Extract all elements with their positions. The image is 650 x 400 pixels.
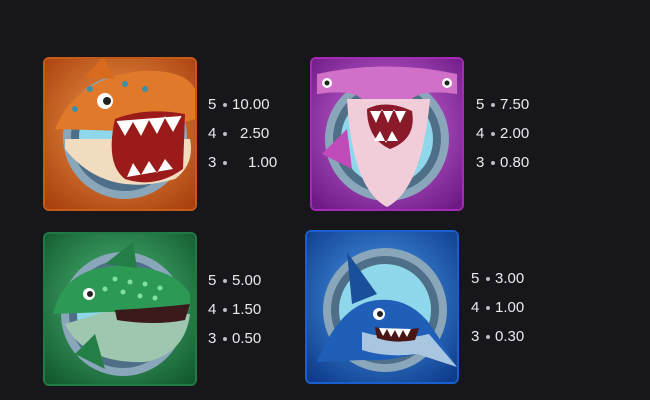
separator-dot — [223, 102, 227, 107]
orange-shark-icon — [45, 59, 195, 209]
blue-swordfish-icon — [307, 232, 457, 382]
symbol-count: 4 — [471, 299, 480, 316]
payout-row: 3 0.80 — [476, 148, 586, 177]
hammerhead-shark-icon — [312, 59, 462, 209]
green-whale-shark-paytable: 5 5.00 4 1.50 3 0.50 — [208, 266, 318, 353]
payout-value: 0.30 — [495, 328, 525, 345]
payout-value: 1.50 — [232, 301, 262, 318]
payout-row: 5 7.50 — [476, 90, 586, 119]
blue-swordfish-paytable: 5 3.00 4 1.00 3 0.30 — [471, 264, 581, 351]
separator-dot — [223, 307, 227, 312]
payout-row: 4 2.50 — [208, 119, 318, 148]
symbol-count: 5 — [476, 96, 485, 113]
payout-row: 5 5.00 — [208, 266, 318, 295]
hammerhead-shark-paytable: 5 7.50 4 2.00 3 0.80 — [476, 90, 586, 177]
payout-value: 2.50 — [240, 125, 270, 142]
payout-row: 4 1.50 — [208, 295, 318, 324]
payout-value: 0.80 — [500, 154, 530, 171]
green-whale-shark-symbol-tile — [43, 232, 197, 386]
symbol-count: 3 — [471, 328, 480, 345]
orange-shark-paytable: 5 10.00 4 2.50 3 1.00 — [208, 90, 318, 177]
symbol-count: 5 — [471, 270, 480, 287]
separator-dot — [486, 305, 490, 310]
payout-value: 1.00 — [495, 299, 525, 316]
blue-swordfish-symbol-tile — [305, 230, 459, 384]
separator-dot — [491, 102, 495, 107]
payout-value: 5.00 — [232, 272, 262, 289]
separator-dot — [223, 336, 227, 341]
hammerhead-shark-symbol-tile — [310, 57, 464, 211]
orange-shark-symbol-tile — [43, 57, 197, 211]
separator-dot — [486, 276, 490, 281]
symbol-count: 3 — [208, 330, 217, 347]
payout-row: 4 1.00 — [471, 293, 581, 322]
payout-row: 3 0.30 — [471, 322, 581, 351]
payout-row: 5 3.00 — [471, 264, 581, 293]
separator-dot — [223, 160, 227, 165]
payout-value: 2.00 — [500, 125, 530, 142]
payout-value: 1.00 — [248, 154, 278, 171]
separator-dot — [223, 131, 227, 136]
symbol-count: 4 — [208, 125, 217, 142]
payout-row: 5 10.00 — [208, 90, 318, 119]
symbol-count: 3 — [476, 154, 485, 171]
separator-dot — [491, 160, 495, 165]
payout-row: 4 2.00 — [476, 119, 586, 148]
symbol-count: 3 — [208, 154, 217, 171]
symbol-count: 4 — [476, 125, 485, 142]
symbol-count: 5 — [208, 272, 217, 289]
payout-value: 7.50 — [500, 96, 530, 113]
payout-row: 3 0.50 — [208, 324, 318, 353]
symbol-count: 5 — [208, 96, 217, 113]
green-whale-shark-icon — [45, 234, 195, 384]
symbol-count: 4 — [208, 301, 217, 318]
payout-value: 3.00 — [495, 270, 525, 287]
separator-dot — [486, 334, 490, 339]
payout-value: 10.00 — [232, 96, 270, 113]
payout-row: 3 1.00 — [208, 148, 318, 177]
payout-value: 0.50 — [232, 330, 262, 347]
separator-dot — [491, 131, 495, 136]
separator-dot — [223, 278, 227, 283]
